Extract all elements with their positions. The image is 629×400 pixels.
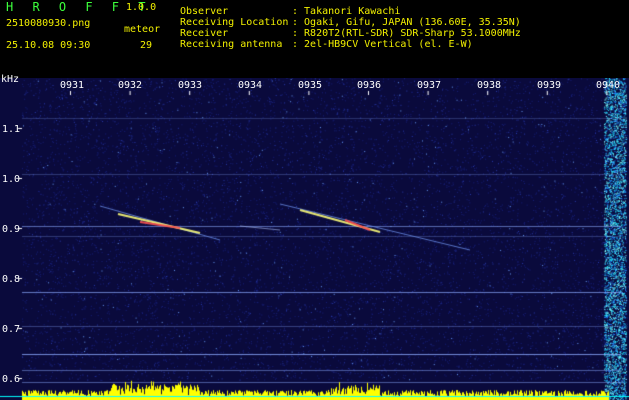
time-tick-0940: 0940 <box>596 80 621 91</box>
time-tick-0938: 0938 <box>477 80 502 91</box>
meteor-count: 29 <box>140 40 153 51</box>
time-tick-0933: 0933 <box>178 80 203 91</box>
meteor-label: meteor <box>124 24 161 35</box>
file-name: 2510080930.png <box>6 18 91 29</box>
freq-tick-0-9: 0.9 <box>1 224 20 235</box>
time-tick-0932: 0932 <box>118 80 143 91</box>
app-version: 1.0.0 <box>126 2 157 13</box>
freq-unit-label: kHz <box>1 74 20 85</box>
time-tick-0937: 0937 <box>417 80 442 91</box>
time-tick-0939: 0939 <box>537 80 562 91</box>
time-tick-0934: 0934 <box>238 80 263 91</box>
freq-tick-0-7: 0.7 <box>1 324 20 335</box>
freq-tick-0-8: 0.8 <box>1 274 20 285</box>
spectrogram-panel <box>0 78 629 400</box>
freq-tick-1-1: 1.1 <box>1 124 20 135</box>
antenna-value: : 2el-HB9CV Vertical (el. E-W) <box>292 39 473 50</box>
antenna-key: Receiving antenna <box>180 39 283 50</box>
timestamp: 25.10.08 09:30 <box>6 40 91 51</box>
spectrogram-canvas <box>0 78 629 400</box>
time-tick-0936: 0936 <box>357 80 382 91</box>
time-tick-0935: 0935 <box>298 80 323 91</box>
time-tick-0931: 0931 <box>60 80 85 91</box>
freq-tick-1-0: 1.0 <box>1 174 20 185</box>
freq-tick-0-6: 0.6 <box>1 374 20 385</box>
